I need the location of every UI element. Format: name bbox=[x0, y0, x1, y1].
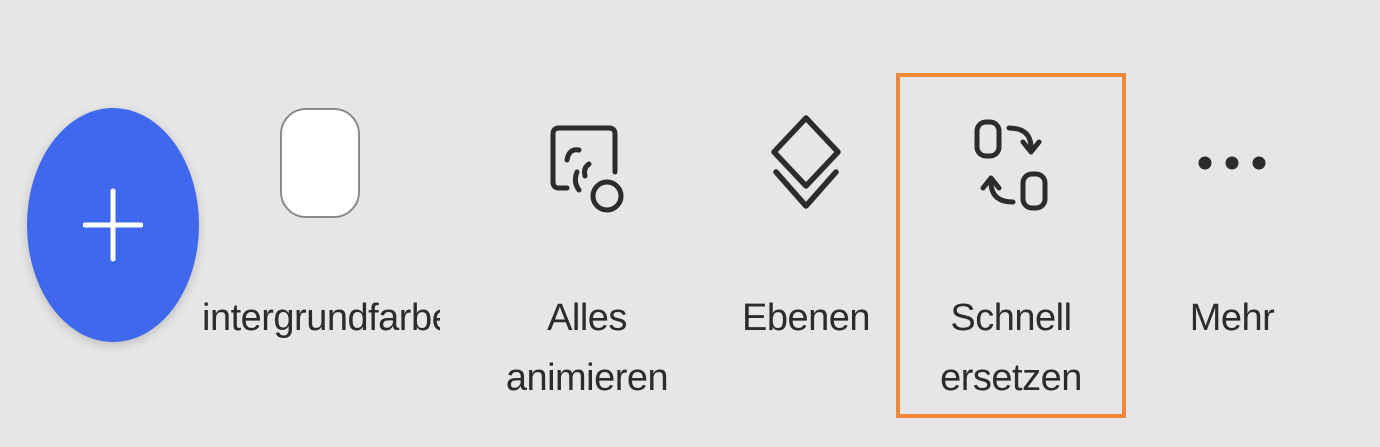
layers-tool[interactable]: Ebenen bbox=[706, 0, 906, 447]
animate-all-label: Alles animieren bbox=[505, 297, 669, 399]
layers-label: Ebenen bbox=[741, 297, 871, 339]
background-color-label: intergrundfarbe bbox=[202, 297, 440, 339]
bottom-toolbar: intergrundfarbe Alles animieren Ebenen S… bbox=[0, 0, 1380, 447]
animate-all-icon bbox=[550, 125, 624, 213]
layers-icon bbox=[771, 115, 841, 209]
background-color-swatch bbox=[280, 108, 360, 218]
animate-all-tool[interactable]: Alles animieren bbox=[487, 0, 687, 447]
background-color-tool[interactable]: intergrundfarbe bbox=[200, 0, 440, 447]
plus-icon bbox=[83, 188, 143, 262]
more-label: Mehr bbox=[1189, 297, 1275, 339]
add-button[interactable] bbox=[27, 108, 199, 342]
more-icon bbox=[1198, 156, 1266, 170]
more-tool[interactable]: Mehr bbox=[1132, 0, 1332, 447]
highlight-frame bbox=[896, 73, 1126, 418]
